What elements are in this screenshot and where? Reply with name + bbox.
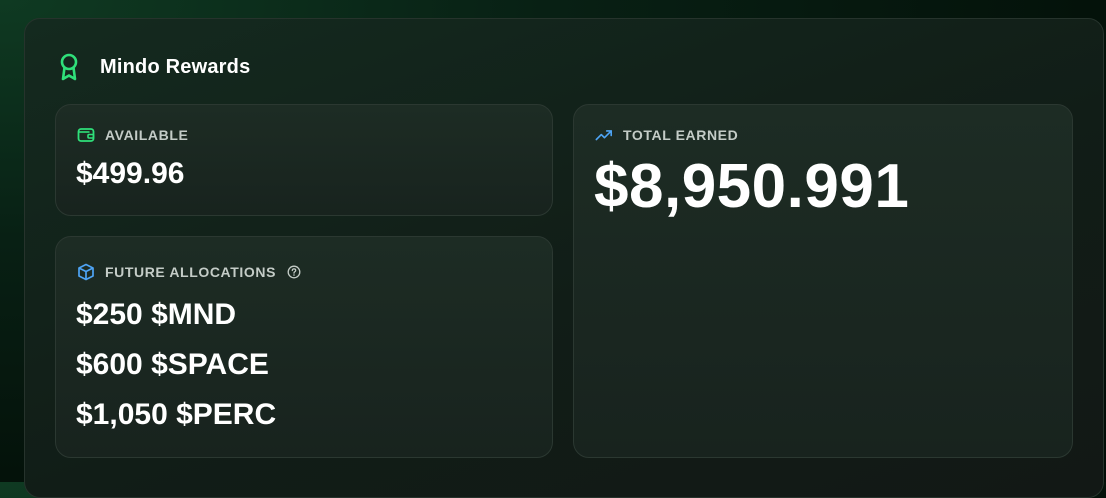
wallet-icon	[77, 126, 95, 144]
allocation-item: $600 $SPACE	[76, 348, 269, 381]
available-card: AVAILABLE $499.96	[55, 104, 553, 216]
future-allocations-label: FUTURE ALLOCATIONS	[105, 264, 277, 280]
available-value: $499.96	[76, 157, 185, 190]
allocation-item: $250 $MND	[76, 298, 237, 331]
future-allocations-card: FUTURE ALLOCATIONS $250 $MND $600 $SPACE…	[55, 236, 553, 458]
award-ribbon-icon	[56, 52, 82, 82]
total-earned-value: $8,950.991	[594, 152, 910, 221]
trending-up-icon	[595, 126, 613, 144]
page-title: Mindo Rewards	[100, 55, 251, 78]
rewards-header: Mindo Rewards	[56, 52, 250, 82]
question-circle-icon[interactable]	[287, 265, 301, 279]
available-label-row: AVAILABLE	[77, 125, 188, 145]
available-label: AVAILABLE	[105, 127, 189, 143]
allocation-item: $1,050 $PERC	[76, 398, 277, 431]
total-earned-card: TOTAL EARNED $8,950.991	[573, 104, 1073, 458]
future-allocations-label-row: FUTURE ALLOCATIONS	[77, 262, 301, 282]
cube-icon	[77, 263, 95, 281]
total-earned-label-row: TOTAL EARNED	[595, 125, 738, 145]
total-earned-label: TOTAL EARNED	[623, 127, 739, 143]
